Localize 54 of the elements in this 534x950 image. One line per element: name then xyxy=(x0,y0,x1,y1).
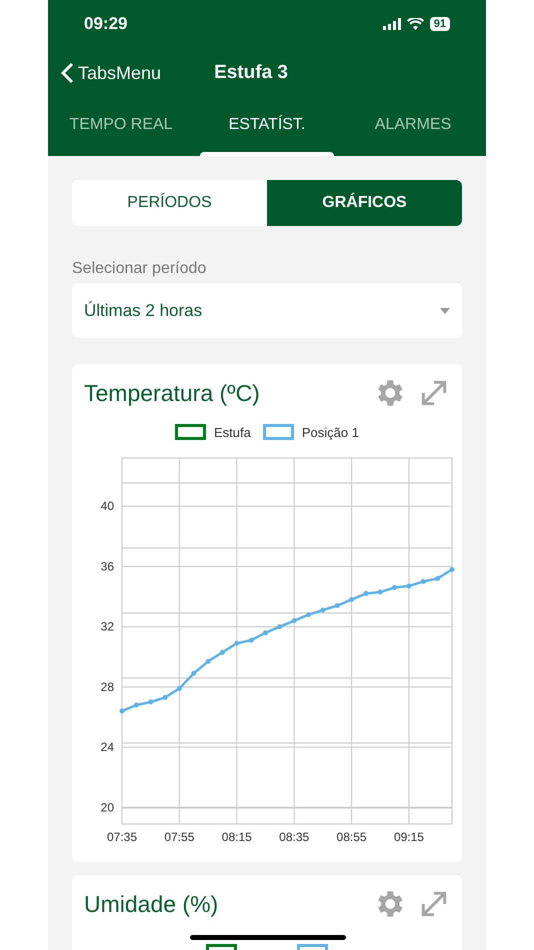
y-tick-label: 40 xyxy=(100,499,114,514)
tab[interactable]: ESTATÍST. xyxy=(194,98,340,156)
signal-icon xyxy=(382,18,401,30)
point xyxy=(262,630,268,636)
chart-title: Umidade (%) xyxy=(84,890,218,919)
segment-tab[interactable]: GRÁFICOS xyxy=(267,180,462,226)
x-tick-label: 07:35 xyxy=(106,830,138,844)
point xyxy=(435,576,440,581)
legend-label: Estufa xyxy=(214,424,251,442)
point xyxy=(392,585,398,590)
x-tick-label: 08:35 xyxy=(279,830,310,844)
y-tick-label: 28 xyxy=(100,680,114,694)
point xyxy=(292,618,297,624)
field-label: Selecionar período xyxy=(72,259,208,279)
legend-label: Posição 1 xyxy=(302,424,359,442)
point xyxy=(277,624,282,630)
point xyxy=(206,658,211,664)
point xyxy=(306,612,312,618)
point xyxy=(248,638,254,643)
point xyxy=(134,702,139,708)
point xyxy=(176,686,182,691)
x-tick-label: 08:55 xyxy=(336,830,367,844)
back-button[interactable]: TabsMenu xyxy=(60,60,162,86)
point xyxy=(378,590,383,595)
back-chevron-icon xyxy=(60,62,74,84)
battery-level: 91 xyxy=(430,17,450,31)
point xyxy=(349,597,354,602)
point xyxy=(220,650,225,655)
point xyxy=(162,694,168,700)
point xyxy=(234,640,240,646)
point xyxy=(450,566,454,572)
point xyxy=(420,579,426,584)
y-tick-label: 32 xyxy=(100,620,114,634)
dropdown-caret-icon xyxy=(440,308,450,314)
x-tick-label: 08:15 xyxy=(222,830,252,844)
tab[interactable]: TEMPO REAL xyxy=(48,98,194,156)
point xyxy=(363,591,368,596)
tab[interactable]: ALARMES xyxy=(340,98,486,156)
wifi-icon xyxy=(406,18,424,30)
x-tick-label: 09:15 xyxy=(394,830,424,844)
point xyxy=(320,608,326,613)
point xyxy=(406,584,412,589)
point xyxy=(148,700,154,704)
y-tick-label: 20 xyxy=(100,800,114,814)
point xyxy=(191,670,196,676)
screen-title: Estufa 3 xyxy=(214,60,288,85)
y-tick-label: 24 xyxy=(100,740,114,754)
status-time: 09:29 xyxy=(84,13,128,36)
y-tick-label: 36 xyxy=(100,559,114,574)
point xyxy=(334,603,340,608)
point xyxy=(120,708,124,714)
period-dropdown[interactable]: Últimas 2 horas xyxy=(72,283,462,338)
chart-title: Temperatura (ºC) xyxy=(84,379,260,408)
x-tick-label: 07:55 xyxy=(164,830,194,844)
